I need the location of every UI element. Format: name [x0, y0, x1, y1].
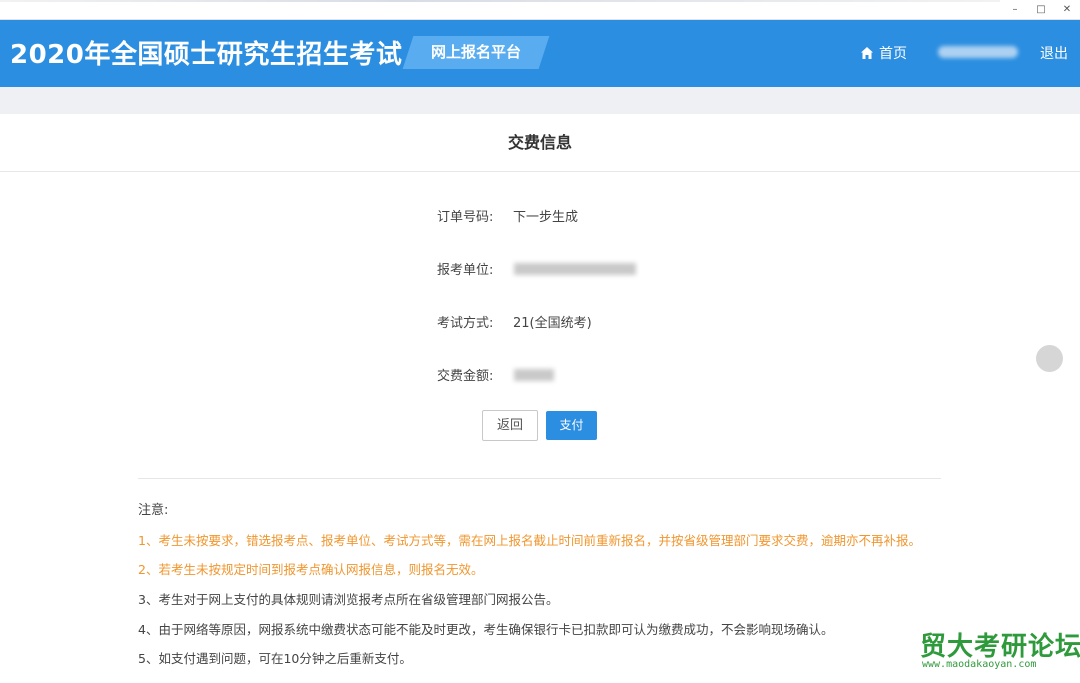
- notice-title: 注意:: [138, 503, 169, 518]
- exam-unit-label: 报考单位:: [437, 263, 494, 278]
- watermark-title: 贸大考研论坛: [920, 632, 1080, 662]
- platform-label: 网上报名平台: [430, 43, 521, 61]
- platform-badge: 网上报名平台: [402, 36, 550, 69]
- exam-unit-value-redacted: [514, 263, 636, 275]
- exam-mode-value: 21(全国统考): [513, 316, 592, 331]
- order-number-row: 订单号码: 下一步生成: [0, 206, 1080, 226]
- minimize-button[interactable]: –: [1002, 2, 1028, 18]
- watermark-url: www.maodakaoyan.com: [922, 659, 1037, 670]
- card-title: 交费信息: [0, 114, 1080, 172]
- exam-unit-row: 报考单位:: [0, 259, 1080, 279]
- fee-amount-label: 交费金额:: [437, 369, 494, 384]
- floating-scroll-button[interactable]: [1036, 345, 1063, 372]
- pay-button[interactable]: 支付: [546, 411, 597, 440]
- payment-info-card: 交费信息 订单号码: 下一步生成 报考单位: 考试方式: 21(全国统考) 交费…: [0, 114, 1080, 683]
- fee-amount-row: 交费金额:: [0, 365, 1080, 385]
- exam-mode-label: 考试方式:: [437, 316, 494, 331]
- fee-amount-value-redacted: [514, 369, 554, 381]
- username-redacted: [938, 46, 1018, 58]
- site-header: 2020年全国硕士研究生招生考试 网上报名平台 首页 退出: [0, 20, 1080, 87]
- notice-item: 4、由于网络等原因，网报系统中缴费状态可能不能及时更改，考生确保银行卡已扣款即可…: [138, 622, 834, 637]
- back-button[interactable]: 返回: [482, 410, 538, 441]
- forum-watermark: 贸大考研论坛 www.maodakaoyan.com: [920, 626, 1080, 683]
- home-icon: [860, 46, 874, 60]
- titlebar-tab-strip: [0, 0, 1000, 2]
- notice-item: 2、若考生未按规定时间到报考点确认网报信息，则报名无效。: [138, 562, 484, 577]
- exam-mode-row: 考试方式: 21(全国统考): [0, 312, 1080, 332]
- order-number-label: 订单号码:: [437, 210, 494, 225]
- window-titlebar: – □ ✕: [0, 0, 1080, 20]
- close-window-button[interactable]: ✕: [1054, 2, 1080, 18]
- notice-item: 3、考生对于网上支付的具体规则请浏览报考点所在省级管理部门网报公告。: [138, 592, 559, 607]
- home-link[interactable]: 首页: [860, 43, 907, 63]
- logout-link[interactable]: 退出: [1040, 43, 1068, 63]
- exam-title: 2020年全国硕士研究生招生考试: [10, 40, 403, 70]
- notice-item: 5、如支付遇到问题，可在10分钟之后重新支付。: [138, 651, 412, 666]
- section-divider: [138, 478, 941, 479]
- order-number-value: 下一步生成: [513, 210, 579, 225]
- home-link-label: 首页: [879, 46, 907, 62]
- maximize-button[interactable]: □: [1028, 2, 1054, 18]
- notice-item: 1、考生未按要求，错选报考点、报考单位、考试方式等，需在网上报名截止时间前重新报…: [138, 533, 921, 548]
